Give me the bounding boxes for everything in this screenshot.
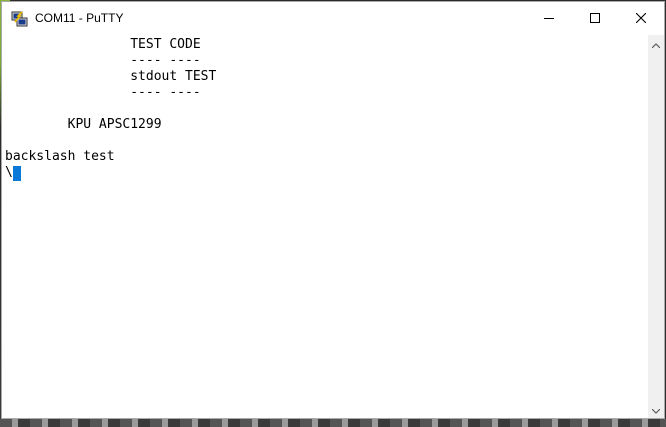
vertical-scrollbar[interactable] [648,35,664,418]
maximize-icon [590,10,600,28]
window-title: COM11 - PuTTY [35,11,124,25]
scroll-up-icon [651,35,661,53]
maximize-button[interactable] [572,2,618,35]
close-button[interactable] [618,2,664,35]
putty-window: COM11 - PuTTY TEST CODE ---- ---- stdout… [1,1,665,419]
scroll-track[interactable] [650,52,662,401]
terminal-line: TEST CODE [5,37,201,52]
minimize-button[interactable] [526,2,572,35]
taskbar-strip [0,419,666,427]
terminal-output[interactable]: TEST CODE ---- ---- stdout TEST ---- ---… [2,35,648,418]
terminal-line: ---- ---- [5,85,201,100]
title-bar[interactable]: COM11 - PuTTY [2,2,664,35]
terminal-line: KPU APSC1299 [5,117,162,132]
scroll-down-icon [651,401,661,419]
terminal-prompt-line: \ [5,165,21,181]
terminal-line-text: \ [5,165,13,180]
text-cursor [12,166,21,181]
close-icon [635,10,647,28]
scroll-down-button[interactable] [648,401,664,418]
scroll-up-button[interactable] [648,35,664,52]
terminal-line: backslash test [5,149,115,164]
minimize-icon [544,10,554,28]
terminal-line: ---- ---- [5,53,201,68]
terminal-line: stdout TEST [5,69,217,84]
putty-icon[interactable] [11,10,29,28]
